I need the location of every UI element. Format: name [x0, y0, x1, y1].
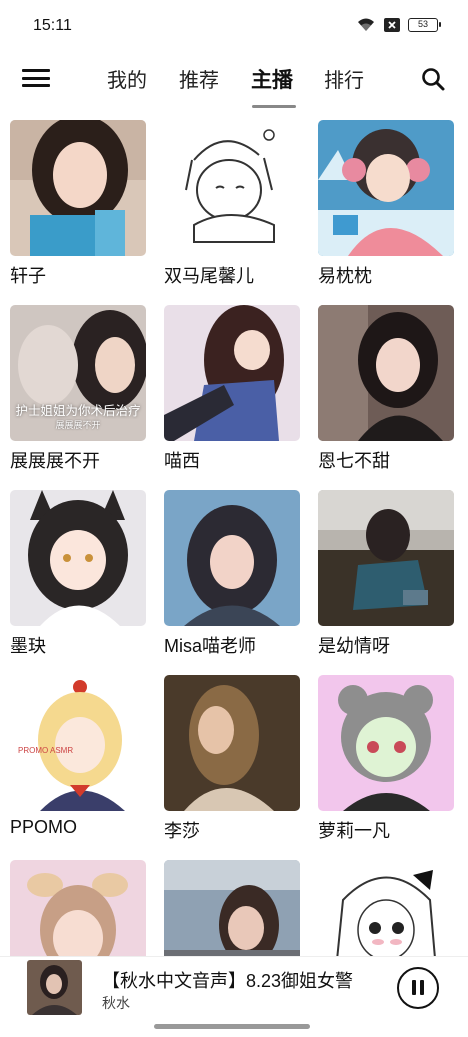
anchor-card[interactable]: 双马尾馨儿	[164, 120, 300, 288]
anchor-card[interactable]	[164, 860, 300, 956]
anchor-name: 易枕枕	[318, 266, 372, 286]
anchor-name: 展展展不开	[10, 451, 100, 471]
now-playing-artist: 秋水	[102, 995, 130, 1011]
anchor-avatar	[10, 490, 146, 626]
active-tab-indicator	[252, 105, 296, 108]
anchor-card[interactable]: 墨玦	[10, 490, 146, 658]
anchor-avatar	[164, 675, 300, 811]
search-icon[interactable]	[420, 66, 446, 92]
tab-anchors[interactable]: 主播	[251, 64, 293, 94]
anchor-avatar	[164, 860, 300, 956]
anchor-card[interactable]	[318, 860, 454, 956]
tab-ranking[interactable]: 排行	[324, 64, 364, 93]
anchor-avatar	[164, 305, 300, 441]
anchor-card[interactable]: PROMO ASMR PPOMO	[10, 675, 146, 838]
anchor-card[interactable]: 恩七不甜	[318, 305, 454, 473]
anchor-avatar	[318, 120, 454, 256]
anchor-avatar	[164, 120, 300, 256]
thumb-overlay-title: 护士姐姐为你术后治疗	[15, 404, 141, 418]
anchor-card[interactable]: 护士姐姐为你术后治疗 展展展不开 展展展不开	[10, 305, 146, 473]
notification-x-icon	[384, 17, 400, 32]
thumb-overlay-subtitle: 展展展不开	[55, 420, 101, 430]
anchor-name: 轩子	[10, 266, 46, 286]
anchor-name: 双马尾馨儿	[164, 266, 254, 286]
pause-icon[interactable]	[397, 967, 439, 1009]
thumb-overlay-logo: PROMO ASMR	[18, 746, 74, 755]
anchor-avatar	[318, 860, 454, 956]
anchor-card[interactable]: 轩子	[10, 120, 146, 288]
anchor-avatar: PROMO ASMR	[10, 675, 146, 811]
status-time: 15:11	[33, 17, 72, 34]
top-nav: 我的 推荐 主播 排行	[0, 52, 468, 114]
anchor-name: 萝莉一凡	[318, 821, 390, 841]
anchor-name: Misa喵老师	[164, 636, 257, 656]
anchor-card[interactable]: 喵西	[164, 305, 300, 473]
battery-icon: 53	[408, 17, 441, 32]
anchor-name: 李莎	[164, 821, 200, 841]
tab-mine[interactable]: 我的	[107, 64, 147, 93]
now-playing-cover	[27, 960, 82, 1015]
wifi-icon	[356, 17, 376, 32]
anchor-name: 是幼情呀	[318, 636, 390, 656]
anchor-avatar	[164, 490, 300, 626]
status-bar: 15:11 53	[0, 0, 468, 52]
anchor-name: 恩七不甜	[318, 451, 390, 471]
anchor-card[interactable]: Misa喵老师	[164, 490, 300, 658]
anchor-avatar	[10, 860, 146, 956]
anchor-avatar	[318, 490, 454, 626]
anchor-card[interactable]: 是幼情呀	[318, 490, 454, 658]
anchor-grid: 轩子 双马尾馨儿 易枕枕 护士姐姐为你术后治疗 展展展不开 展展展不开 喵西 恩…	[0, 120, 468, 956]
anchor-card[interactable]: 萝莉一凡	[318, 675, 454, 843]
menu-icon[interactable]	[22, 66, 50, 90]
anchor-name: PPOMO	[10, 817, 78, 837]
anchor-name: 墨玦	[10, 636, 46, 656]
now-playing-title: 【秋水中文音声】8.23御姐女警	[102, 971, 354, 991]
anchor-card[interactable]: 易枕枕	[318, 120, 454, 288]
anchor-card[interactable]: 李莎	[164, 675, 300, 843]
anchor-card[interactable]	[10, 860, 146, 956]
tab-recommend[interactable]: 推荐	[179, 64, 219, 93]
anchor-avatar	[10, 120, 146, 256]
anchor-avatar	[318, 675, 454, 811]
anchor-avatar: 护士姐姐为你术后治疗 展展展不开	[10, 305, 146, 441]
now-playing-bar[interactable]: 【秋水中文音声】8.23御姐女警 秋水	[0, 956, 468, 1018]
status-icons: 53	[356, 17, 441, 32]
home-indicator[interactable]	[154, 1024, 310, 1029]
anchor-avatar	[318, 305, 454, 441]
anchor-name: 喵西	[164, 451, 200, 471]
